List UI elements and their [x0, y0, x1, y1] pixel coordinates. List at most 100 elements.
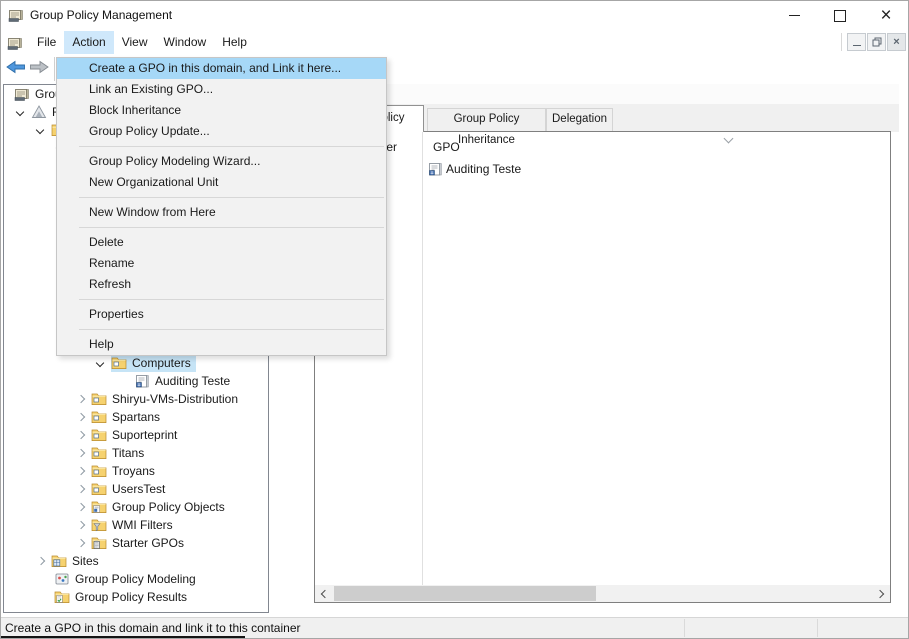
forward-arrow-icon	[28, 59, 50, 75]
gpo-icon	[427, 161, 443, 177]
tree-item-content[interactable]: Shiryu-VMs-Distribution	[91, 390, 243, 408]
status-bar: Create a GPO in this domain and link it …	[0, 617, 909, 638]
tab-group-policy-inheritance[interactable]: Group Policy Inheritance	[427, 108, 546, 131]
tree-item-content[interactable]: Group Policy Modeling	[54, 570, 201, 588]
gpo-list-row[interactable]: Auditing Teste	[427, 160, 521, 178]
chevron-collapsed-icon[interactable]	[71, 444, 91, 462]
menu-item[interactable]: New Window from Here	[57, 202, 386, 223]
chevron-collapsed-icon[interactable]	[71, 480, 91, 498]
menu-item[interactable]: Create a GPO in this domain, and Link it…	[57, 58, 386, 79]
menu-separator	[57, 325, 386, 334]
close-icon: ×	[880, 6, 891, 25]
tree-item-content[interactable]: Auditing Teste	[134, 372, 235, 390]
tree-item[interactable]: Sites	[4, 552, 268, 570]
chevron-collapsed-icon[interactable]	[71, 426, 91, 444]
chevron-collapsed-icon[interactable]	[71, 390, 91, 408]
tree-item-label: Sites	[70, 553, 101, 569]
menu-item[interactable]: New Organizational Unit	[57, 172, 386, 193]
ou-folder-icon	[111, 355, 127, 371]
menu-view[interactable]: View	[114, 31, 156, 54]
tree-item[interactable]: Suporteprint	[4, 426, 268, 444]
tree-item[interactable]: Titans	[4, 444, 268, 462]
menu-item[interactable]: Group Policy Update...	[57, 121, 386, 142]
tree-item-content[interactable]: Suporteprint	[91, 426, 182, 444]
menu-file[interactable]: File	[29, 31, 64, 54]
menu-separator	[57, 193, 386, 202]
tree-item[interactable]: Spartans	[4, 408, 268, 426]
scrollbar-thumb[interactable]	[334, 586, 596, 601]
tree-item[interactable]: Group Policy Modeling	[4, 570, 268, 588]
maximize-button[interactable]	[817, 0, 863, 31]
tree-item-content[interactable]: UsersTest	[91, 480, 170, 498]
tree-item-content[interactable]: Computers	[111, 354, 196, 372]
forest-icon	[31, 104, 47, 120]
scroll-left-arrow-icon[interactable]	[315, 585, 332, 602]
chevron-collapsed-icon[interactable]	[71, 498, 91, 516]
close-button[interactable]: ×	[863, 0, 909, 31]
chevron-expanded-icon[interactable]	[31, 121, 51, 139]
tree-item-content[interactable]: Group Policy Objects	[91, 498, 230, 516]
menu-action[interactable]: Action	[64, 31, 113, 54]
tree-item[interactable]: WMI Filters	[4, 516, 268, 534]
tree-item-content[interactable]: Titans	[91, 444, 149, 462]
tree-item-label: Computers	[130, 355, 193, 371]
chevron-collapsed-icon[interactable]	[71, 516, 91, 534]
chevron-collapsed-icon[interactable]	[71, 462, 91, 480]
mdi-minimize-button[interactable]	[847, 33, 866, 51]
horizontal-scrollbar[interactable]	[315, 585, 890, 602]
tree-item[interactable]: Shiryu-VMs-Distribution	[4, 390, 268, 408]
menu-item[interactable]: Block Inheritance	[57, 100, 386, 121]
menu-item[interactable]: Help	[57, 334, 386, 355]
gpm-icon	[14, 86, 30, 102]
mdi-close-button[interactable]: ×	[887, 33, 906, 51]
menu-help[interactable]: Help	[214, 31, 255, 54]
menu-item[interactable]: Rename	[57, 253, 386, 274]
column-header-gpo[interactable]: GPO	[433, 140, 460, 154]
menu-item[interactable]: Group Policy Modeling Wizard...	[57, 151, 386, 172]
tree-item[interactable]: Group Policy Objects	[4, 498, 268, 516]
chevron-collapsed-icon[interactable]	[31, 552, 51, 570]
menu-item[interactable]: Link an Existing GPO...	[57, 79, 386, 100]
menu-item[interactable]: Properties	[57, 304, 386, 325]
chevron-collapsed-icon[interactable]	[71, 408, 91, 426]
scroll-right-arrow-icon[interactable]	[873, 585, 890, 602]
forward-button[interactable]	[28, 59, 50, 77]
results-icon	[54, 589, 70, 605]
tree-item-content[interactable]: WMI Filters	[91, 516, 178, 534]
chevron-collapsed-icon[interactable]	[71, 534, 91, 552]
tree-item-content[interactable]: Troyans	[91, 462, 160, 480]
back-button[interactable]	[5, 59, 27, 77]
restore-icon	[872, 37, 882, 47]
tree-item-content[interactable]: Starter GPOs	[91, 534, 189, 552]
menu-window[interactable]: Window	[156, 31, 215, 54]
tab-delegation[interactable]: Delegation	[546, 108, 613, 131]
tree-item[interactable]: UsersTest	[4, 480, 268, 498]
tree-item-content[interactable]: Sites	[51, 552, 104, 570]
minimize-button[interactable]	[771, 0, 817, 31]
mdi-restore-button[interactable]	[867, 33, 886, 51]
chevron-down-icon[interactable]	[722, 134, 736, 144]
sites-folder-icon	[51, 553, 67, 569]
chevron-expanded-icon[interactable]	[11, 103, 31, 121]
gpm-icon	[8, 7, 24, 23]
window-title: Group Policy Management	[30, 0, 172, 31]
column-divider	[422, 132, 423, 585]
tree-item[interactable]: Troyans	[4, 462, 268, 480]
minimize-icon	[789, 15, 800, 16]
starter-folder-icon	[91, 535, 107, 551]
ou-folder-icon	[91, 409, 107, 425]
tree-item[interactable]: Group Policy Results	[4, 588, 268, 606]
tree-item-content[interactable]: Group Policy Results	[54, 588, 192, 606]
ou-folder-icon	[91, 463, 107, 479]
menu-item[interactable]: Refresh	[57, 274, 386, 295]
menu-bar: File Action View Window Help ×	[0, 31, 909, 55]
tree-item-label: UsersTest	[110, 481, 167, 497]
tree-item[interactable]: Auditing Teste	[4, 372, 268, 390]
tree-item-content[interactable]: Spartans	[91, 408, 165, 426]
tree-item[interactable]: Starter GPOs	[4, 534, 268, 552]
chevron-expanded-icon[interactable]	[91, 354, 111, 372]
menu-item[interactable]: Delete	[57, 232, 386, 253]
modeling-icon	[54, 571, 70, 587]
divider	[817, 619, 818, 637]
tree-item[interactable]: Computers	[4, 354, 268, 372]
